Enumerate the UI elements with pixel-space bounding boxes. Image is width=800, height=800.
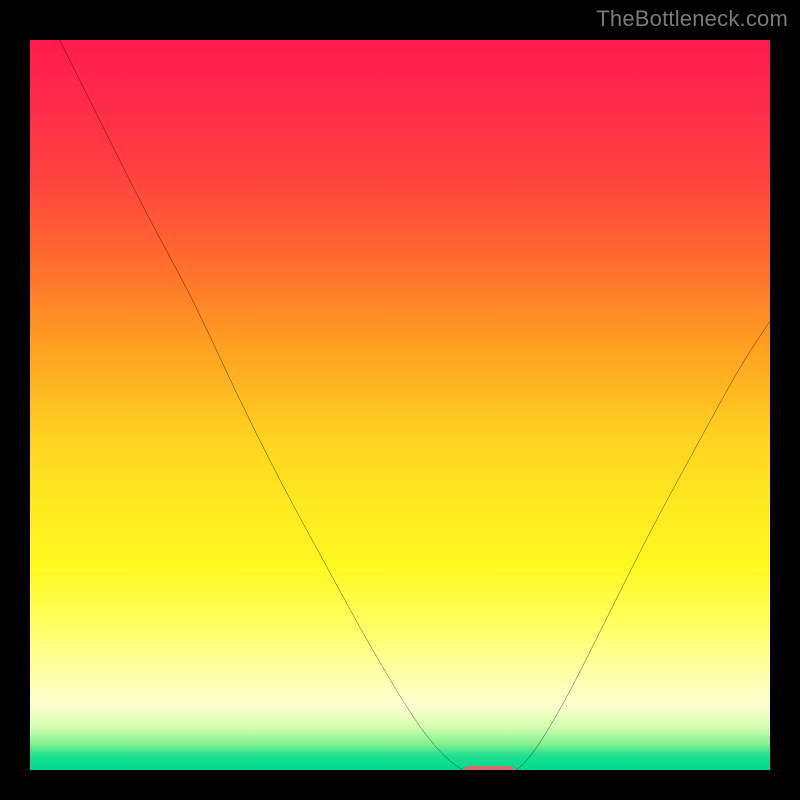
optimal-marker [463,766,515,770]
chart-frame: TheBottleneck.com [0,0,800,800]
watermark-text: TheBottleneck.com [596,6,788,32]
plot-area [30,40,770,770]
optimal-marker-layer [30,40,770,770]
